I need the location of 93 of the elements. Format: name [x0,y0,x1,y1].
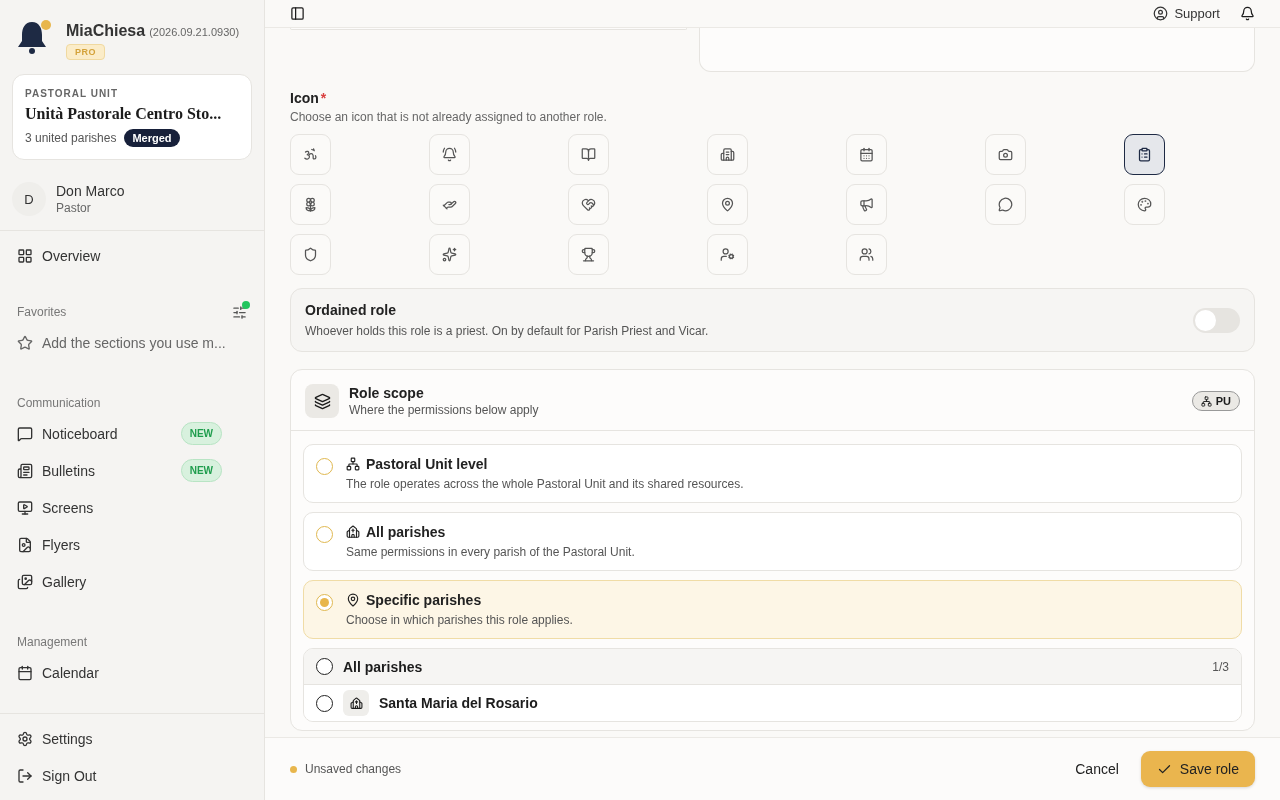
section-title: Favorites [17,305,67,319]
book-icon [581,147,596,162]
option-description: Choose in which parishes this role applies. [346,613,574,627]
symbol-icon [303,147,318,162]
layers-icon [305,384,339,418]
map-pin-icon [346,593,360,607]
parish-count: 3 united parishes [25,131,117,145]
cancel-button[interactable]: Cancel [1061,753,1133,785]
clipboard-icon [1137,147,1152,162]
status-dot [290,765,297,773]
scope-option[interactable]: All parishes Same permissions in every parish of the Pastoral Unit. [303,512,1242,571]
megaphone-icon [859,197,874,212]
nav-item[interactable]: Flyers [0,526,264,563]
nav-item[interactable]: Settings [0,720,264,757]
nav-item[interactable]: Noticeboard NEW [0,415,264,452]
church-icon [343,690,369,716]
chat-bubble-icon [998,197,1013,212]
monitor-icon [17,499,33,516]
option-title: All parishes [366,524,446,540]
parish-name: Santa Maria del Rosario [379,695,538,711]
flower-icon [303,197,318,212]
option-title: Specific parishes [366,592,482,608]
user-name: Don Marco [56,183,125,199]
radio-button[interactable] [316,694,333,712]
radio-button[interactable] [316,594,333,611]
nav-item[interactable]: Sign Out [0,757,264,794]
support-button[interactable]: Support [1153,6,1220,21]
user-settings-icon [720,247,735,262]
settings-icon [17,730,33,747]
toggle-switch[interactable] [1193,307,1240,333]
bell-icon [442,147,457,162]
app-name: MiaChiesa (2026.09.21.0930) [66,22,240,40]
image-file-icon [17,536,33,553]
new-badge: NEW [180,422,222,445]
card-title: Role scope [349,385,425,401]
church-icon [346,525,360,539]
hierarchy-icon [346,457,360,471]
grid-icon [17,247,33,264]
shield-icon [303,247,318,262]
trophy-icon [581,247,596,262]
bell-icon[interactable] [1240,6,1255,21]
new-badge: NEW [180,459,222,482]
panel-title: Ordained role [305,302,398,318]
section-title: Management [17,635,88,649]
scope-option[interactable]: Specific parishes Choose in which parishes this role applies. [303,580,1242,639]
users-icon [859,247,874,262]
nav-item[interactable]: Calendar [0,654,264,691]
camera-icon [998,147,1013,162]
card-subtitle: Where the permissions below apply [349,403,539,417]
gallery-icon [17,573,33,590]
option-title: Pastoral Unit level [366,456,488,472]
calendar-icon [17,664,33,681]
map-pin-icon [720,197,735,212]
icon-option[interactable] [1124,134,1165,175]
nav-item[interactable]: Bulletins NEW [0,452,264,489]
calendar-icon [859,147,874,162]
message-icon [17,425,33,442]
nav-item[interactable]: Gallery [0,563,264,600]
list-title: All parishes [343,658,423,675]
star-icon [17,334,33,351]
section-title: Communication [17,396,101,410]
palette-icon [1137,197,1152,212]
newspaper-icon [17,462,33,479]
nav-item[interactable]: Screens [0,489,264,526]
radio-button[interactable] [316,526,333,543]
option-description: Same permissions in every parish of the Pastoral Unit. [346,545,636,559]
card-label: PASTORAL UNIT [25,88,119,99]
sidebar-toggle-icon[interactable] [290,6,305,21]
user-circle-icon [1153,6,1169,21]
merged-badge: Merged [124,129,180,147]
sign-out-icon [17,767,33,784]
save-button[interactable]: Save role [1140,751,1255,787]
user-role: Pastor [56,201,92,215]
filter-icon[interactable] [232,304,247,320]
option-description: The role operates across the whole Pastoral Unit and its shared resources. [346,477,745,491]
user-avatar: D [12,182,46,216]
field-hint: Choose an icon that is not already assigned to another role. [290,110,608,124]
radio-button[interactable] [316,658,333,675]
field-label: Icon* [290,90,328,106]
scope-option[interactable]: Pastoral Unit level The role operates across the whole Pastoral Unit and its shared resources. [303,444,1242,503]
scope-badge: PU [1191,391,1240,411]
status-text: Unsaved changes [305,762,402,776]
pastoral-unit-card[interactable]: PASTORAL UNIT Unità Pastorale Centro Sto... 3 united parishes Merged [12,74,252,160]
building-icon [720,147,735,162]
favorites-hint: Add the sections you use m... [0,324,264,361]
sparkles-icon [442,247,457,262]
nav-item[interactable]: Overview [0,237,264,274]
radio-button[interactable] [316,458,333,475]
heart-handshake-icon [581,197,596,212]
selection-count: 1/3 [1212,659,1229,674]
panel-description: Whoever holds this role is a priest. On by default for Parish Priest and Vicar. [305,324,709,338]
unit-name: Unità Pastorale Centro Sto... [25,105,223,123]
plan-badge: PRO [66,44,105,60]
